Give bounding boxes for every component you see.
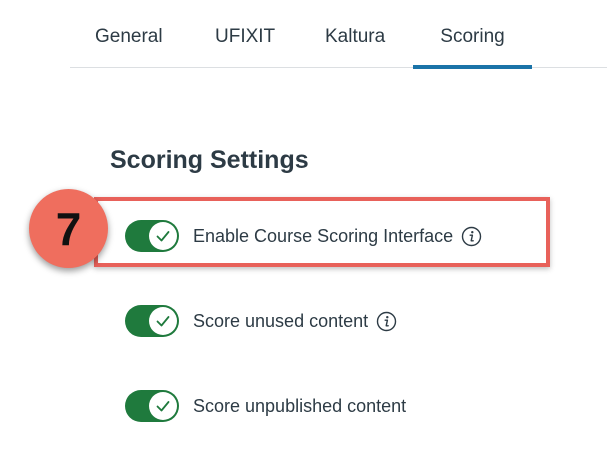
setting-score-unpublished-content: Score unpublished content xyxy=(125,389,406,423)
setting-enable-course-scoring: Enable Course Scoring Interface xyxy=(125,219,482,253)
scoring-settings-page: General UFIXIT Kaltura Scoring Scoring S… xyxy=(0,0,607,451)
score-unpublished-content-label: Score unpublished content xyxy=(193,395,407,416)
tab-general[interactable]: General xyxy=(95,26,163,68)
check-icon xyxy=(149,307,177,335)
enable-course-scoring-label: Enable Course Scoring Interface xyxy=(193,225,454,246)
check-icon xyxy=(149,392,177,420)
score-unpublished-content-toggle[interactable] xyxy=(125,390,179,422)
info-icon[interactable] xyxy=(376,311,397,332)
step-number-badge: 7 xyxy=(29,189,108,268)
setting-score-unused-content: Score unused content xyxy=(125,304,397,338)
score-unused-content-toggle[interactable] xyxy=(125,305,179,337)
info-icon[interactable] xyxy=(461,226,482,247)
check-icon xyxy=(149,222,177,250)
tab-kaltura[interactable]: Kaltura xyxy=(325,26,385,68)
enable-course-scoring-toggle[interactable] xyxy=(125,220,179,252)
section-title: Scoring Settings xyxy=(110,146,309,174)
score-unused-content-label: Score unused content xyxy=(193,310,369,331)
settings-tabs: General UFIXIT Kaltura Scoring xyxy=(70,0,607,69)
tab-scoring[interactable]: Scoring xyxy=(413,26,532,69)
tab-ufixit[interactable]: UFIXIT xyxy=(215,26,275,68)
